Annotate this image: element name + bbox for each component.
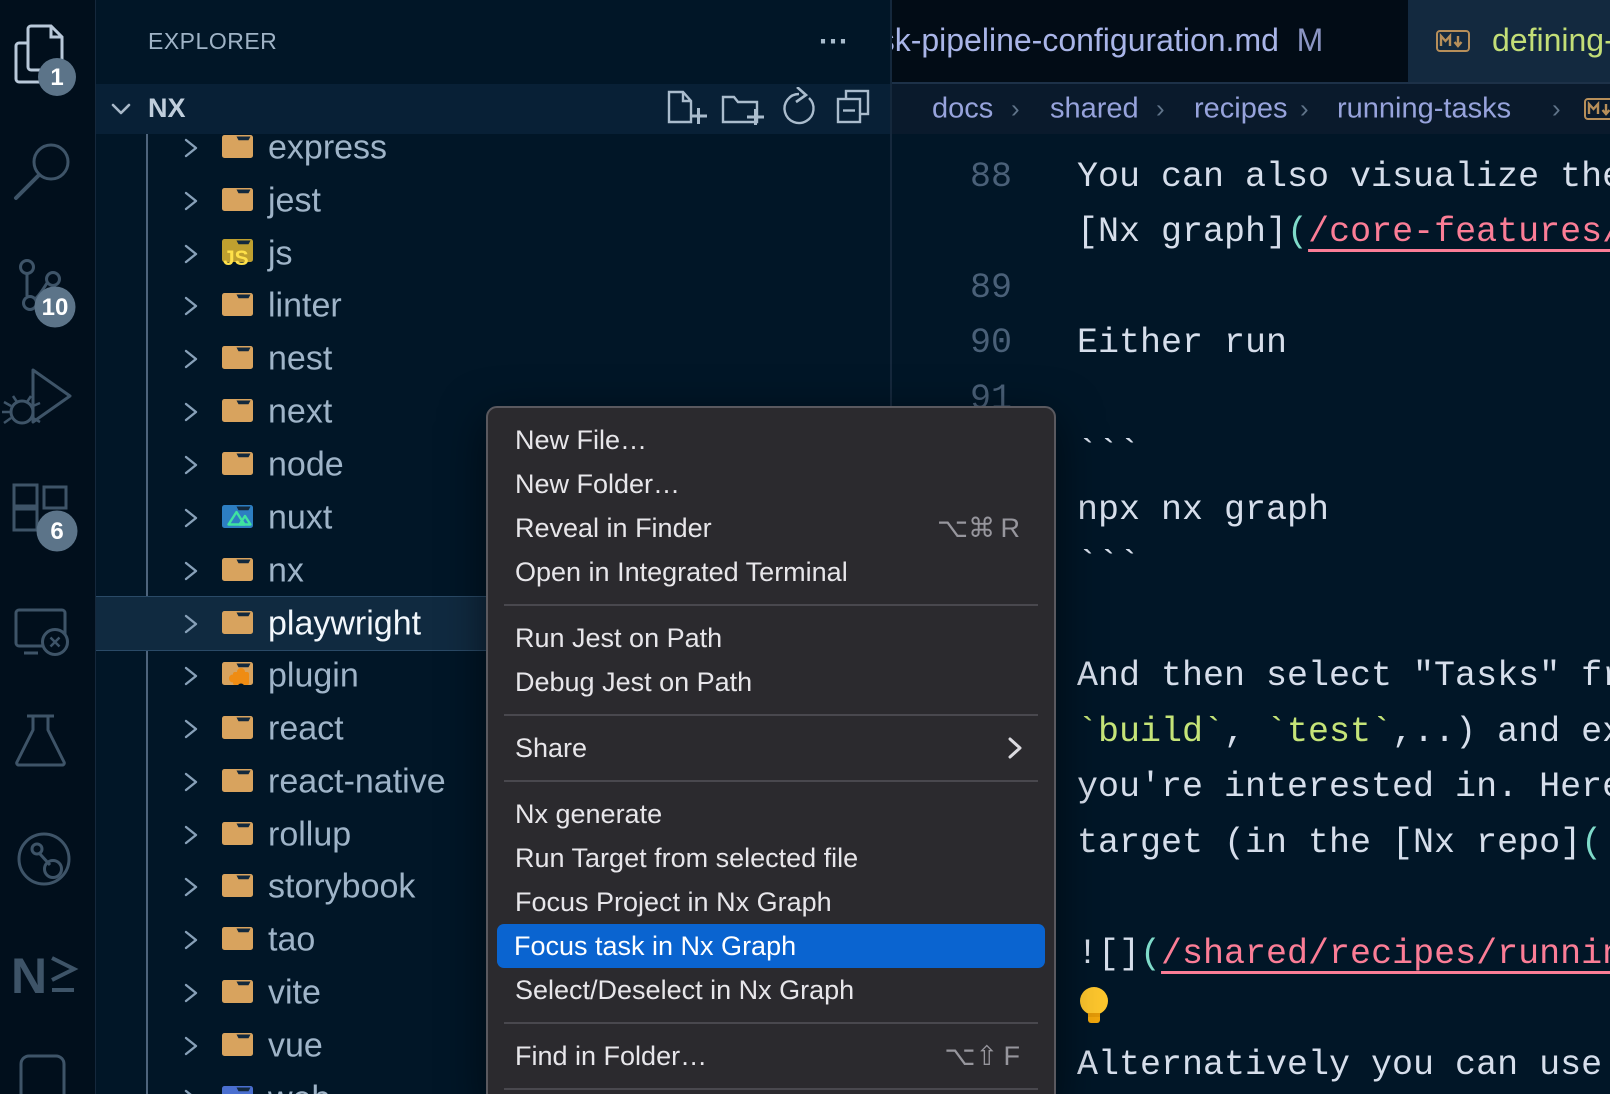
svg-text:JS: JS [223, 247, 249, 266]
svg-text:6: 6 [50, 518, 63, 545]
svg-text:1: 1 [50, 64, 63, 91]
svg-text:N: N [11, 948, 47, 1004]
svg-text:10: 10 [42, 294, 69, 321]
